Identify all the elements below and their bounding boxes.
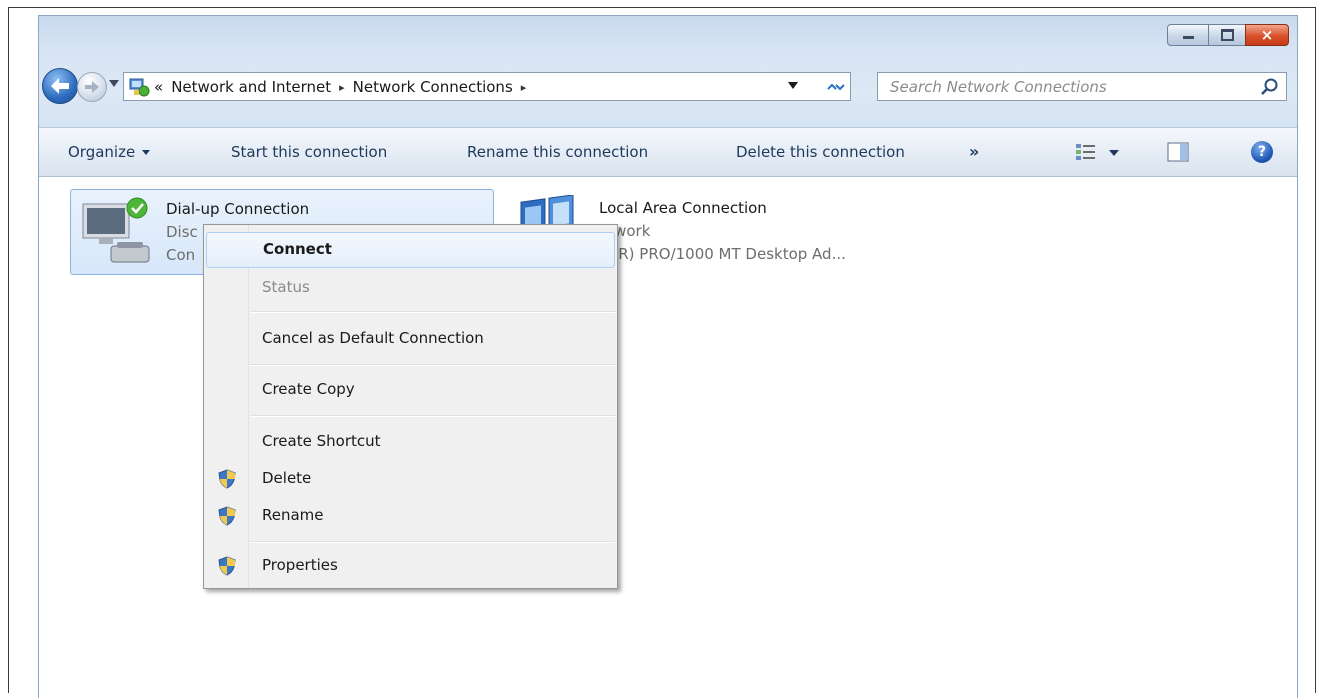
search-placeholder[interactable]: Search Network Connections <box>890 78 1107 96</box>
connection-name: Dial-up Connection <box>166 200 310 218</box>
context-menu: Connect Status Cancel as Default Connect… <box>203 224 618 589</box>
menu-item-label: Connect <box>263 240 332 258</box>
breadcrumb-separator-icon[interactable]: ▸ <box>339 81 345 94</box>
recent-pages-chevron-icon[interactable] <box>109 80 119 87</box>
menu-item-label: Status <box>262 278 310 296</box>
preview-pane-icon[interactable] <box>1167 142 1189 162</box>
menu-separator <box>250 311 615 313</box>
minimize-icon <box>1182 36 1194 39</box>
rename-connection-button[interactable]: Rename this connection <box>467 143 648 161</box>
forward-arrow-icon <box>85 81 99 93</box>
more-commands-button[interactable]: » <box>969 142 979 161</box>
dropdown-arrow-icon <box>142 150 151 155</box>
search-icon[interactable] <box>1260 77 1280 97</box>
menu-item-label: Create Copy <box>262 380 355 398</box>
menu-item-delete[interactable]: Delete <box>206 461 615 497</box>
command-bar: Organize Start this connection Rename th… <box>39 127 1297 177</box>
breadcrumb: « Network and Internet ▸ Network Connect… <box>154 78 534 96</box>
maximize-button[interactable] <box>1208 24 1246 46</box>
breadcrumb-overflow-icon[interactable]: « <box>154 78 163 96</box>
connection-status: etwork <box>599 222 651 240</box>
check-icon <box>126 197 148 219</box>
menu-item-label: Properties <box>262 556 338 574</box>
address-dropdown-icon[interactable] <box>788 82 798 89</box>
menu-item-create-copy[interactable]: Create Copy <box>206 372 615 408</box>
breadcrumb-network-connections[interactable]: Network Connections <box>353 78 513 96</box>
refresh-button[interactable] <box>823 74 849 100</box>
window-controls: × <box>1167 24 1289 46</box>
uac-shield-icon <box>218 469 236 489</box>
menu-separator <box>250 364 615 366</box>
menu-item-status[interactable]: Status <box>206 270 615 306</box>
menu-separator <box>250 415 615 417</box>
search-box[interactable]: Search Network Connections <box>877 72 1287 101</box>
connection-device: el(R) PRO/1000 MT Desktop Ad... <box>599 245 846 263</box>
refresh-icon <box>827 83 845 91</box>
uac-shield-icon <box>218 556 236 576</box>
organize-menu[interactable]: Organize <box>68 143 151 161</box>
network-folder-icon <box>129 78 150 97</box>
view-options-dropdown-icon[interactable] <box>1109 150 1119 156</box>
address-bar[interactable]: « Network and Internet ▸ Network Connect… <box>123 72 851 101</box>
uac-shield-icon <box>218 506 236 526</box>
forward-button[interactable] <box>77 72 107 102</box>
help-icon[interactable]: ? <box>1251 141 1273 163</box>
menu-item-label: Cancel as Default Connection <box>262 329 484 347</box>
menu-item-cancel-default[interactable]: Cancel as Default Connection <box>206 321 615 357</box>
minimize-button[interactable] <box>1167 24 1209 46</box>
breadcrumb-separator-icon[interactable]: ▸ <box>521 81 527 94</box>
connection-name: Local Area Connection <box>599 199 767 217</box>
menu-item-rename[interactable]: Rename <box>206 498 615 534</box>
back-arrow-icon <box>51 78 69 94</box>
title-bar: × « Network and Internet ▸ Network Conne… <box>39 16 1297 127</box>
organize-label: Organize <box>68 143 136 161</box>
close-icon: × <box>1260 25 1274 44</box>
start-connection-button[interactable]: Start this connection <box>231 143 387 161</box>
menu-item-label: Rename <box>262 506 324 524</box>
breadcrumb-network-and-internet[interactable]: Network and Internet <box>171 78 331 96</box>
back-button[interactable] <box>42 68 78 104</box>
delete-connection-button[interactable]: Delete this connection <box>736 143 905 161</box>
menu-item-label: Create Shortcut <box>262 432 381 450</box>
menu-item-properties[interactable]: Properties <box>206 548 615 584</box>
menu-item-create-shortcut[interactable]: Create Shortcut <box>206 424 615 460</box>
maximize-icon <box>1220 29 1234 41</box>
menu-separator <box>250 541 615 543</box>
close-button[interactable]: × <box>1245 24 1289 46</box>
menu-item-connect[interactable]: Connect <box>206 232 615 268</box>
change-view-icon[interactable] <box>1075 142 1097 162</box>
menu-item-label: Delete <box>262 469 312 487</box>
dialup-modem-icon <box>82 197 150 263</box>
local-area-connection-text: Local Area Connection etwork el(R) PRO/1… <box>599 197 846 266</box>
